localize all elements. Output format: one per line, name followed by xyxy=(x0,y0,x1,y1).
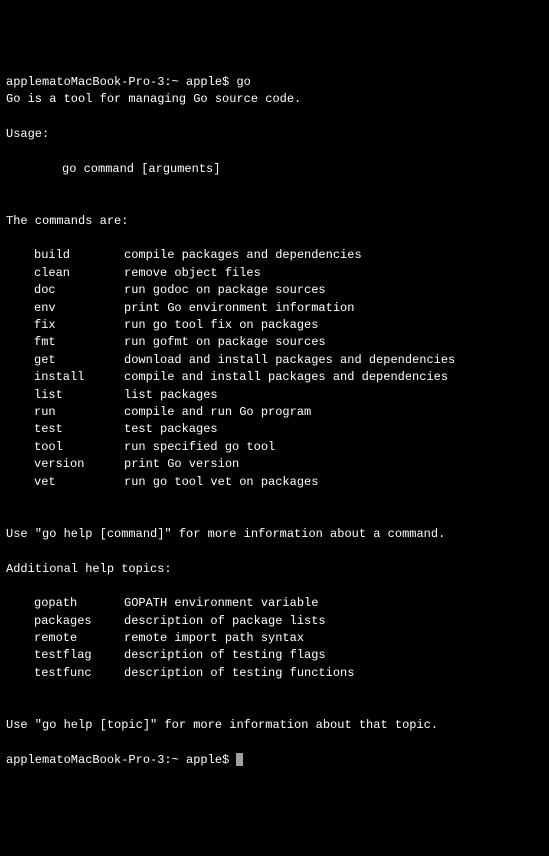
command-description: run godoc on package sources xyxy=(124,282,326,299)
list-item: fixrun go tool fix on packages xyxy=(6,317,543,334)
command-name: run xyxy=(34,404,124,421)
command-description: download and install packages and depend… xyxy=(124,352,455,369)
command-name: vet xyxy=(34,474,124,491)
command-description: run gofmt on package sources xyxy=(124,334,326,351)
command-name: list xyxy=(34,387,124,404)
command-name: gopath xyxy=(34,595,124,612)
list-item: testflagdescription of testing flags xyxy=(6,647,543,664)
list-item: docrun godoc on package sources xyxy=(6,282,543,299)
list-item: cleanremove object files xyxy=(6,265,543,282)
command-description: remove object files xyxy=(124,265,261,282)
commands-header: The commands are: xyxy=(6,214,128,228)
list-item: getdownload and install packages and dep… xyxy=(6,352,543,369)
list-item: vetrun go tool vet on packages xyxy=(6,474,543,491)
command-description: list packages xyxy=(124,387,218,404)
shell-prompt: applematoMacBook-Pro-3:~ apple$ xyxy=(6,75,236,89)
command-name: packages xyxy=(34,613,124,630)
command-name: clean xyxy=(34,265,124,282)
terminal-output: applematoMacBook-Pro-3:~ apple$ go Go is… xyxy=(6,74,543,770)
command-name: build xyxy=(34,247,124,264)
command-name: version xyxy=(34,456,124,473)
command-name: testflag xyxy=(34,647,124,664)
typed-command: go xyxy=(236,75,250,89)
command-name: install xyxy=(34,369,124,386)
command-description: compile and install packages and depende… xyxy=(124,369,448,386)
command-description: run go tool fix on packages xyxy=(124,317,318,334)
intro-text: Go is a tool for managing Go source code… xyxy=(6,92,301,106)
list-item: toolrun specified go tool xyxy=(6,439,543,456)
usage-syntax: go command [arguments] xyxy=(62,162,220,176)
help-topic-hint: Use "go help [topic]" for more informati… xyxy=(6,718,438,732)
list-item: testtest packages xyxy=(6,421,543,438)
command-description: run go tool vet on packages xyxy=(124,474,318,491)
command-name: tool xyxy=(34,439,124,456)
list-item: fmtrun gofmt on package sources xyxy=(6,334,543,351)
command-description: GOPATH environment variable xyxy=(124,595,318,612)
list-item: gopathGOPATH environment variable xyxy=(6,595,543,612)
command-description: run specified go tool xyxy=(124,439,275,456)
shell-prompt[interactable]: applematoMacBook-Pro-3:~ apple$ xyxy=(6,753,236,767)
command-description: description of testing flags xyxy=(124,647,326,664)
list-item: envprint Go environment information xyxy=(6,300,543,317)
command-name: fix xyxy=(34,317,124,334)
command-name: get xyxy=(34,352,124,369)
list-item: listlist packages xyxy=(6,387,543,404)
command-description: print Go version xyxy=(124,456,239,473)
command-name: doc xyxy=(34,282,124,299)
command-name: env xyxy=(34,300,124,317)
list-item: installcompile and install packages and … xyxy=(6,369,543,386)
command-name: fmt xyxy=(34,334,124,351)
list-item: buildcompile packages and dependencies xyxy=(6,247,543,264)
commands-list: buildcompile packages and dependenciescl… xyxy=(6,247,543,490)
topics-header: Additional help topics: xyxy=(6,562,172,576)
command-description: test packages xyxy=(124,421,218,438)
command-description: compile and run Go program xyxy=(124,404,311,421)
topics-list: gopathGOPATH environment variablepackage… xyxy=(6,595,543,682)
command-description: description of testing functions xyxy=(124,665,354,682)
command-description: print Go environment information xyxy=(124,300,354,317)
command-description: compile packages and dependencies xyxy=(124,247,362,264)
command-name: test xyxy=(34,421,124,438)
command-name: testfunc xyxy=(34,665,124,682)
usage-label: Usage: xyxy=(6,127,49,141)
help-command-hint: Use "go help [command]" for more informa… xyxy=(6,527,445,541)
list-item: testfuncdescription of testing functions xyxy=(6,665,543,682)
list-item: packagesdescription of package lists xyxy=(6,613,543,630)
list-item: runcompile and run Go program xyxy=(6,404,543,421)
cursor-icon xyxy=(236,753,243,766)
list-item: versionprint Go version xyxy=(6,456,543,473)
command-description: description of package lists xyxy=(124,613,326,630)
